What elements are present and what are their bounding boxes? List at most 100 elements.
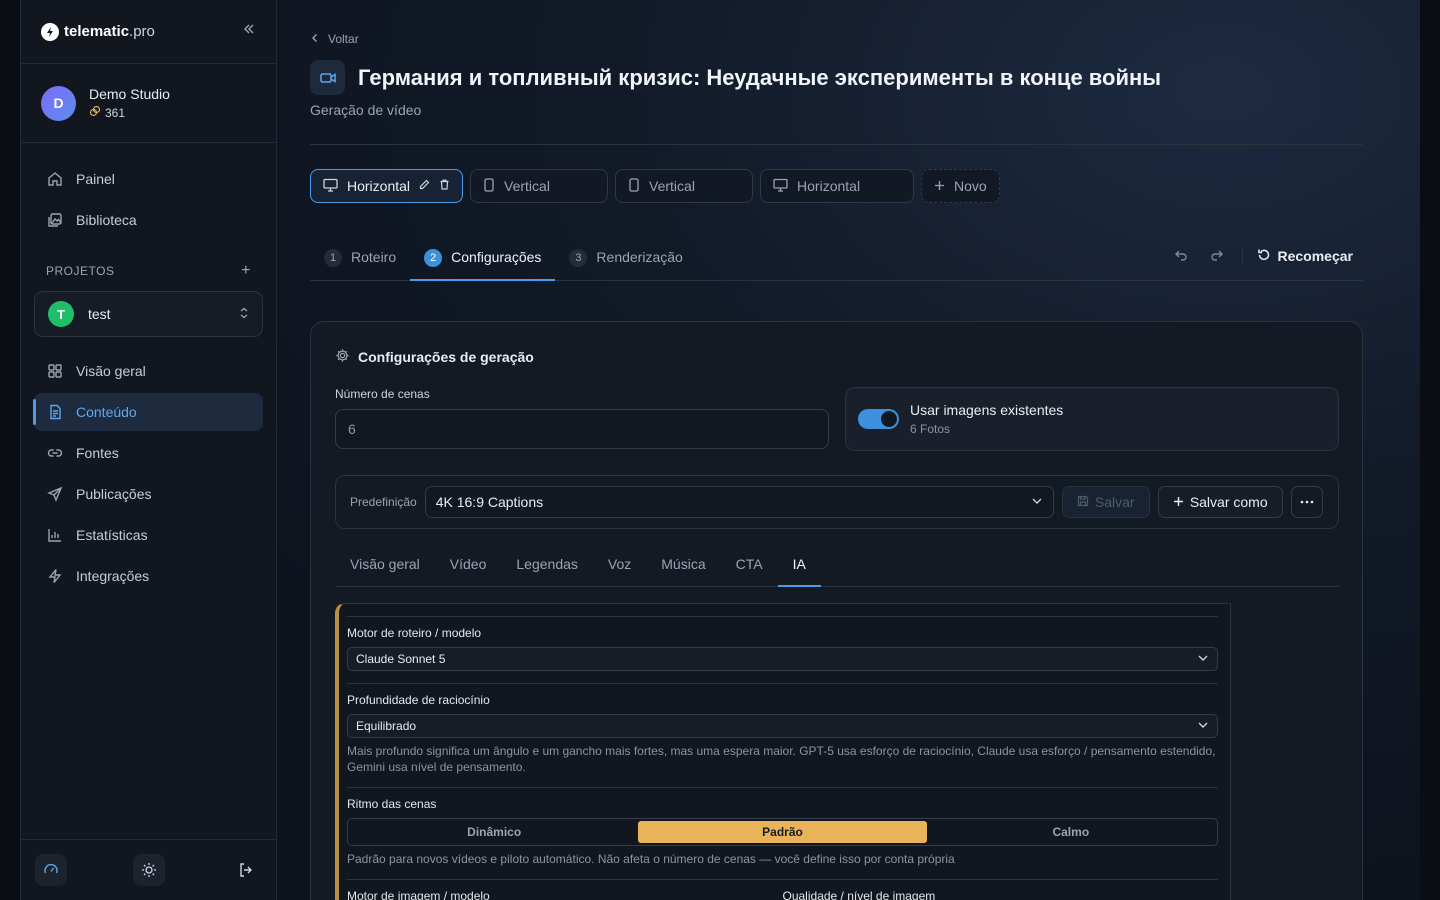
use-images-switch[interactable] — [858, 409, 899, 429]
pace-segmented-control: Dinâmico Padrão Calmo — [347, 818, 1218, 846]
projects-heading: PROJETOS + — [21, 261, 276, 281]
sidebar-item-conteudo[interactable]: Conteúdo — [33, 393, 263, 431]
new-variant-button[interactable]: Novo — [921, 169, 1000, 203]
step-roteiro[interactable]: 1 Roteiro — [310, 240, 410, 281]
grid-icon — [46, 362, 64, 380]
variant-tab-vertical[interactable]: Vertical — [615, 169, 754, 203]
script-engine-value: Claude Sonnet 5 — [356, 652, 446, 666]
credits-value: 361 — [105, 105, 126, 120]
variant-label: Vertical — [649, 178, 695, 194]
sidebar-item-label: Estatísticas — [76, 527, 148, 543]
chevron-down-icon — [1197, 654, 1209, 665]
sidebar-item-visao-geral[interactable]: Visão geral — [34, 352, 263, 390]
credits: 361 — [89, 105, 170, 120]
variant-tabs: Horizontal Vertical Vertical Horizontal … — [310, 169, 1000, 203]
step-tabs: 1 Roteiro 2 Configurações 3 Renderização — [310, 240, 1363, 281]
step-label: Configurações — [451, 249, 542, 265]
subtab-ia[interactable]: IA — [777, 550, 821, 587]
image-quality-label: Qualidade / nível de imagem — [782, 889, 936, 900]
subtab-visao-geral[interactable]: Visão geral — [335, 550, 435, 587]
brand-logo[interactable]: telematic.pro — [64, 23, 155, 40]
more-options-icon[interactable] — [1290, 486, 1323, 518]
image-engine-label: Motor de imagem / modelo — [347, 889, 490, 900]
scenes-input[interactable]: 6 — [335, 409, 829, 449]
card-title: Configurações de geração — [358, 349, 534, 365]
divider — [347, 787, 1218, 788]
document-icon — [46, 403, 64, 421]
logout-icon[interactable] — [230, 854, 262, 886]
pace-option-dinamico[interactable]: Dinâmico — [350, 821, 638, 843]
projects-heading-label: PROJETOS — [46, 264, 115, 278]
variant-label: Novo — [954, 178, 987, 194]
subtab-video[interactable]: Vídeo — [435, 550, 502, 587]
sidebar-item-label: Integrações — [76, 568, 150, 584]
step-label: Roteiro — [351, 249, 397, 265]
chevron-down-icon — [1031, 496, 1043, 508]
main-content: Voltar Германия и топливный кризис: Неуд… — [310, 0, 1363, 900]
variant-tab-horizontal[interactable]: Horizontal — [760, 169, 915, 203]
step-configuracoes[interactable]: 2 Configurações — [410, 240, 556, 281]
divider — [347, 683, 1218, 684]
subtab-cta[interactable]: CTA — [721, 550, 778, 587]
scenes-value: 6 — [348, 421, 356, 437]
back-label: Voltar — [328, 32, 359, 46]
undo-icon[interactable] — [1170, 248, 1192, 265]
restart-label: Recomeçar — [1277, 248, 1354, 264]
pace-option-padrao[interactable]: Padrão — [638, 821, 927, 843]
plus-icon — [934, 178, 945, 194]
subtab-voz[interactable]: Voz — [593, 550, 646, 587]
preset-bar: Predefinição 4K 16:9 Captions Salvar Sal… — [335, 475, 1339, 529]
preset-value: 4K 16:9 Captions — [435, 494, 544, 510]
redo-icon[interactable] — [1206, 248, 1228, 265]
save-as-button[interactable]: Salvar como — [1157, 486, 1283, 518]
reasoning-label: Profundidade de raciocínio — [347, 693, 490, 707]
collapse-sidebar-icon[interactable] — [242, 22, 256, 41]
variant-label: Vertical — [504, 178, 550, 194]
theme-sun-icon[interactable] — [132, 854, 165, 886]
edit-pencil-icon[interactable] — [419, 179, 430, 193]
sidebar-item-publicacoes[interactable]: Publicações — [34, 475, 263, 513]
variant-label: Horizontal — [797, 178, 861, 194]
preset-select[interactable]: 4K 16:9 Captions — [424, 486, 1054, 518]
pace-option-calmo[interactable]: Calmo — [927, 821, 1215, 843]
account-card[interactable]: D Demo Studio 361 — [21, 64, 276, 143]
save-label: Salvar — [1094, 494, 1135, 510]
sidebar-item-painel[interactable]: Painel — [34, 160, 263, 198]
script-engine-select[interactable]: Claude Sonnet 5 — [347, 647, 1218, 671]
reasoning-help-text: Mais profundo significa um ângulo e um g… — [347, 744, 1216, 774]
subtab-legendas[interactable]: Legendas — [501, 550, 593, 587]
page-title: Германия и топливный кризис: Неудачные э… — [358, 64, 1162, 90]
step-number: 3 — [569, 249, 588, 267]
ai-settings-panel: Motor de roteiro / modelo Claude Sonnet … — [335, 603, 1231, 900]
step-renderizacao[interactable]: 3 Renderização — [555, 240, 696, 281]
chevron-down-icon — [1197, 721, 1209, 732]
window-edge-left — [0, 0, 20, 900]
variant-tab-horizontal-active[interactable]: Horizontal — [310, 169, 464, 203]
trash-icon[interactable] — [439, 179, 450, 193]
phone-icon — [483, 177, 495, 195]
back-link[interactable]: Voltar — [310, 32, 359, 46]
variant-tab-vertical[interactable]: Vertical — [470, 169, 609, 203]
reasoning-select[interactable]: Equilibrado — [347, 714, 1218, 738]
plus-icon — [1173, 494, 1184, 510]
use-images-title: Usar imagens existentes — [910, 402, 1064, 418]
sidebar-item-biblioteca[interactable]: Biblioteca — [34, 201, 263, 239]
settings-subtabs: Visão geral Vídeo Legendas Voz Música CT… — [335, 550, 1339, 587]
restart-button[interactable]: Recomeçar — [1257, 248, 1354, 265]
project-selector[interactable]: T test — [34, 291, 263, 337]
logo-row: telematic.pro — [21, 0, 276, 64]
sidebar-item-fontes[interactable]: Fontes — [34, 434, 263, 472]
sidebar-item-integracoes[interactable]: Integrações — [34, 557, 263, 595]
sidebar-item-label: Biblioteca — [76, 212, 137, 228]
bar-chart-icon — [46, 526, 64, 544]
subtab-musica[interactable]: Música — [646, 550, 720, 587]
scenes-label: Número de cenas — [335, 387, 430, 401]
add-project-icon[interactable]: + — [241, 262, 251, 280]
save-icon — [1077, 494, 1089, 510]
step-label: Renderização — [596, 249, 683, 265]
pace-label: Ritmo das cenas — [347, 797, 437, 811]
gauge-icon[interactable] — [35, 854, 67, 886]
sidebar-item-estatisticas[interactable]: Estatísticas — [34, 516, 263, 554]
save-preset-button[interactable]: Salvar — [1061, 486, 1150, 518]
coins-icon — [89, 105, 101, 120]
